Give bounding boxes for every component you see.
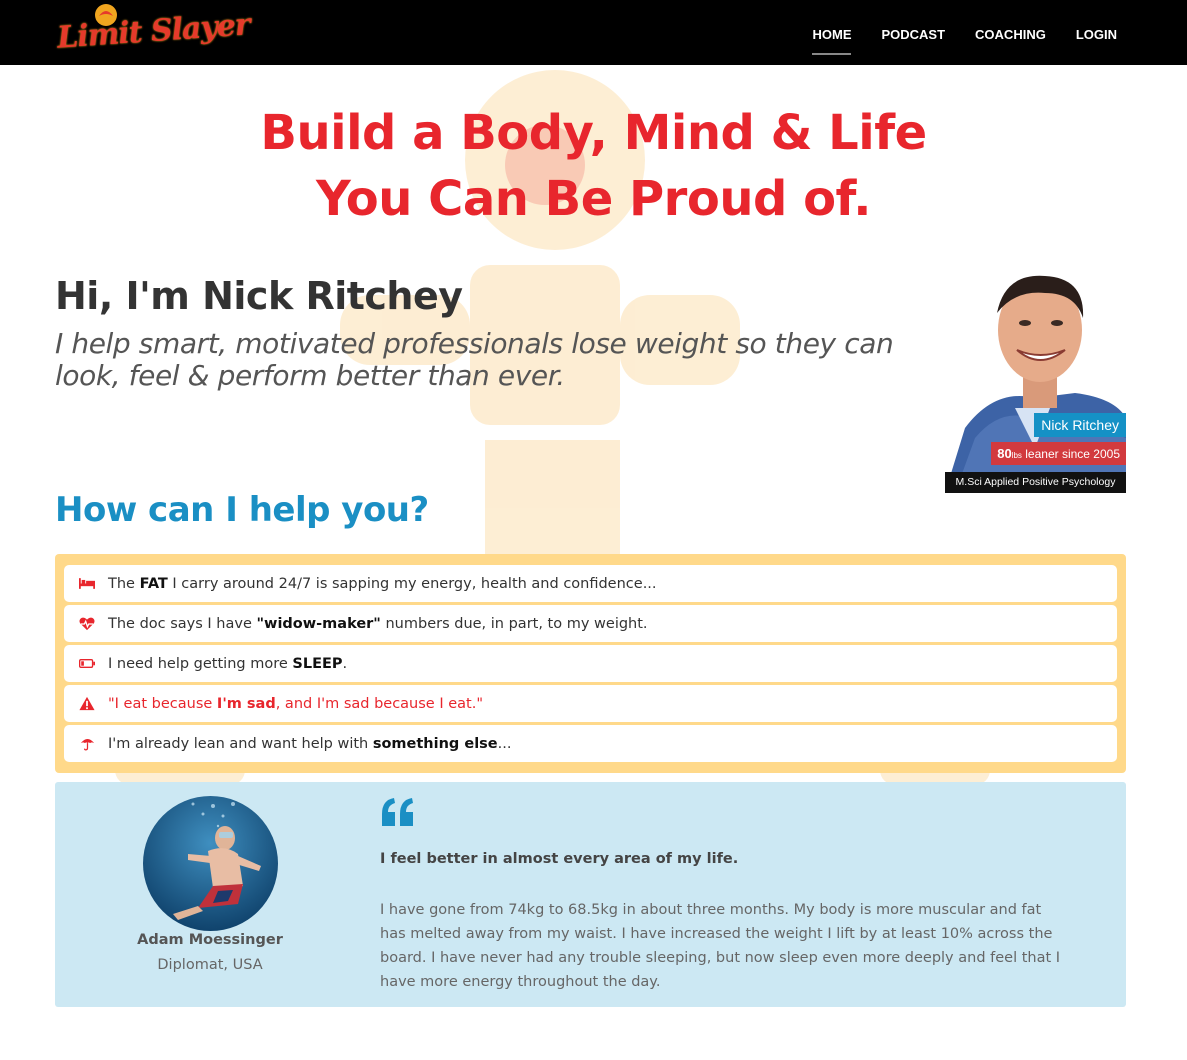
hero-line-1: Build a Body, Mind & Life (260, 105, 927, 161)
heartbeat-icon (78, 616, 96, 632)
nav-coaching[interactable]: COACHING (960, 0, 1061, 65)
battery-low-icon (78, 656, 96, 672)
nav-login[interactable]: LOGIN (1061, 0, 1132, 65)
text-post: I carry around 24/7 is sapping my energy… (167, 575, 657, 592)
text-bold: FAT (139, 575, 168, 592)
help-option-text: "I eat because I'm sad, and I'm sad beca… (108, 696, 483, 712)
intro-subtitle: I help smart, motivated professionals lo… (55, 327, 894, 392)
testimonial-body: I have gone from 74kg to 68.5kg in about… (380, 902, 1061, 990)
navbar: Limit Slayer HOME PODCAST COACHING LOGIN (0, 0, 1187, 65)
help-option-fat[interactable]: The FAT I carry around 24/7 is sapping m… (64, 565, 1117, 602)
nav-home[interactable]: HOME (797, 0, 866, 65)
warning-icon (78, 696, 96, 712)
help-option-text: I'm already lean and want help with some… (108, 736, 511, 752)
nav-podcast[interactable]: PODCAST (866, 0, 960, 65)
intro-heading: Hi, I'm Nick Ritchey (55, 274, 463, 318)
help-option-text: The doc says I have "widow-maker" number… (108, 616, 648, 632)
site-logo[interactable]: Limit Slayer (55, 0, 251, 60)
help-option-text: I need help getting more SLEEP. (108, 656, 347, 672)
text-pre: The (108, 575, 140, 592)
text-bold: "widow-maker" (256, 615, 381, 632)
help-option-something-else[interactable]: I'm already lean and want help with some… (64, 725, 1117, 762)
profile-credential-badge: M.Sci Applied Positive Psychology (945, 472, 1126, 493)
text-bold: something else (372, 735, 498, 752)
lean-unit: lbs (1011, 451, 1022, 460)
testimonial-avatar (143, 796, 278, 931)
quote-icon (382, 798, 413, 826)
help-options-list: The FAT I carry around 24/7 is sapping m… (55, 554, 1126, 773)
help-option-widow-maker[interactable]: The doc says I have "widow-maker" number… (64, 605, 1117, 642)
text-pre: I need help getting more (108, 655, 293, 672)
logo-text: Limit Slayer (56, 7, 251, 56)
help-option-text: The FAT I carry around 24/7 is sapping m… (108, 576, 657, 592)
profile-photo-card: Nick Ritchey 80lbs leaner since 2005 M.S… (945, 268, 1126, 493)
lean-number: 80 (997, 446, 1012, 461)
testimonial-card: Adam Moessinger Diplomat, USA I feel bet… (55, 782, 1126, 1007)
text-pre: The doc says I have (108, 615, 257, 632)
hero-title: Build a Body, Mind & Life You Can Be Pro… (0, 100, 1187, 232)
text-bold: SLEEP (292, 655, 343, 672)
help-heading: How can I help you? (55, 490, 429, 530)
lean-text: leaner since 2005 (1021, 447, 1120, 461)
text-post: , and I'm sad because I eat." (275, 695, 483, 712)
help-option-sleep[interactable]: I need help getting more SLEEP. (64, 645, 1117, 682)
testimonial-role: Diplomat, USA (157, 957, 263, 973)
hero-line-2: You Can Be Proud of. (315, 171, 872, 227)
text-pre: "I eat because (108, 695, 217, 712)
umbrella-icon (78, 736, 96, 752)
text-bold: I'm sad (216, 695, 276, 712)
help-option-sad[interactable]: "I eat because I'm sad, and I'm sad beca… (64, 685, 1117, 722)
testimonial-name: Adam Moessinger (137, 932, 283, 948)
profile-name-badge: Nick Ritchey (1034, 413, 1126, 437)
text-post: . (342, 655, 348, 672)
profile-lean-badge: 80lbs leaner since 2005 (991, 442, 1126, 465)
bed-icon (78, 576, 96, 592)
main-nav: HOME PODCAST COACHING LOGIN (797, 0, 1132, 65)
text-post: numbers due, in part, to my weight. (380, 615, 648, 632)
text-pre: I'm already lean and want help with (108, 735, 373, 752)
testimonial-headline: I feel better in almost every area of my… (380, 851, 739, 867)
text-post: ... (497, 735, 512, 752)
